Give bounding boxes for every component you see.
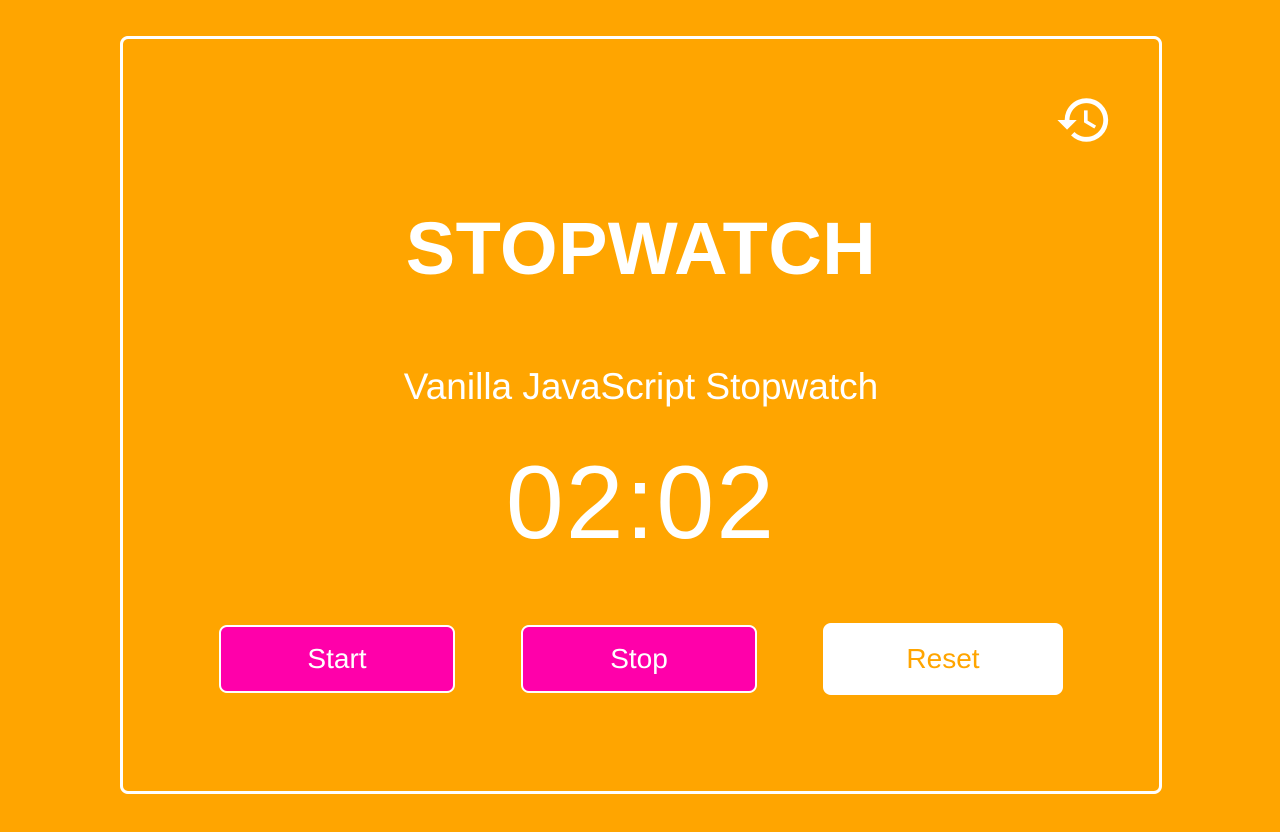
page-subtitle: Vanilla JavaScript Stopwatch	[403, 366, 879, 407]
start-button[interactable]: Start	[219, 625, 455, 693]
reset-button[interactable]: Reset	[823, 623, 1063, 695]
history-icon	[1057, 98, 1109, 142]
page-title: STOPWATCH	[405, 207, 877, 290]
stop-button[interactable]: Stop	[521, 625, 757, 693]
history-button[interactable]	[1053, 89, 1115, 151]
time-display: 02:02	[505, 445, 777, 561]
stopwatch-card: STOPWATCH Vanilla JavaScript Stopwatch 0…	[120, 36, 1162, 794]
